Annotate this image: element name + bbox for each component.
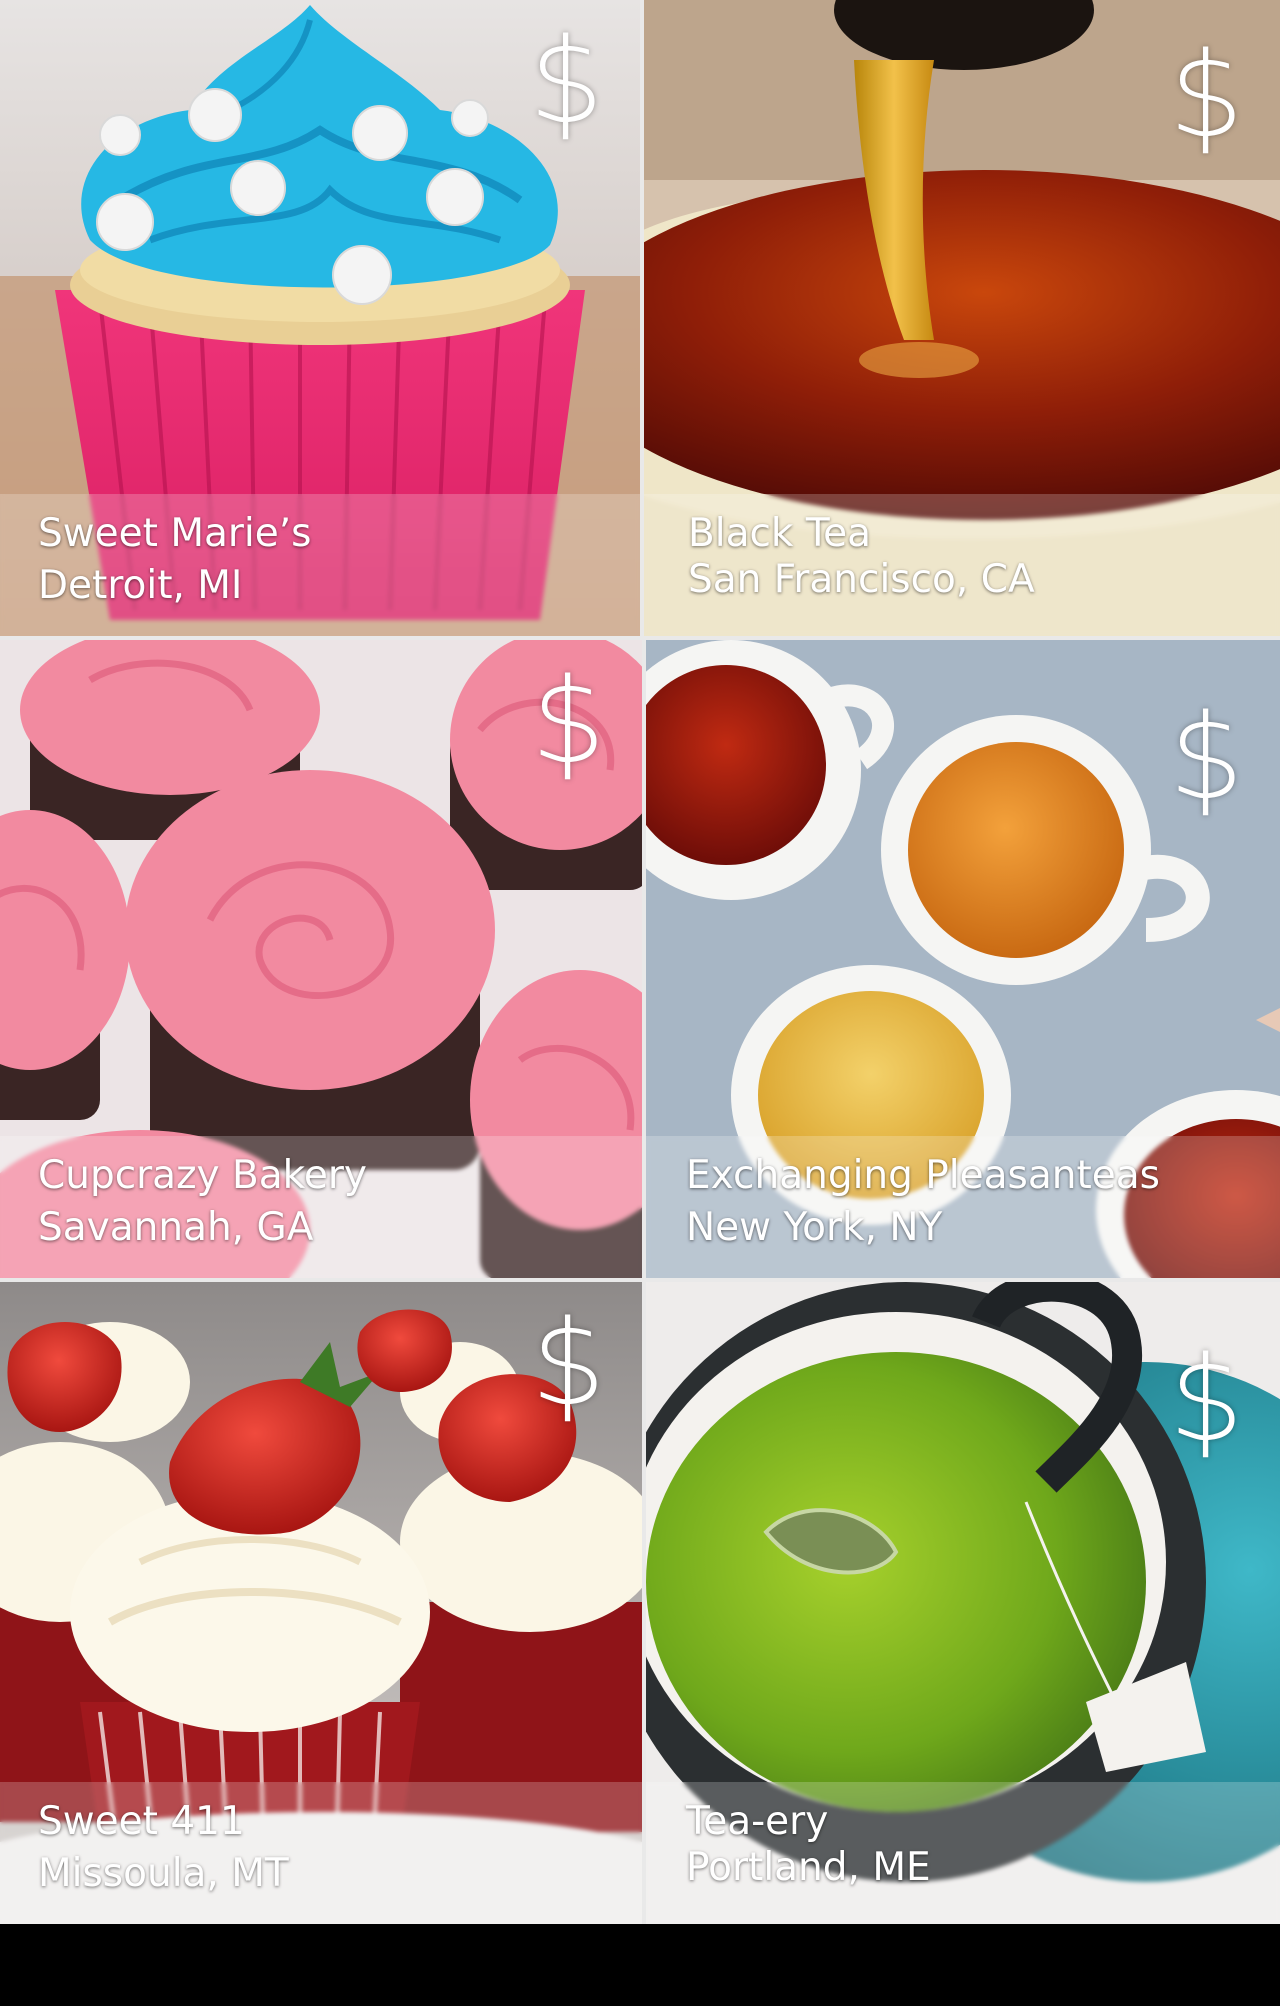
listing-location: New York, NY — [686, 1205, 943, 1250]
price-dollar-icon: $ — [528, 12, 604, 150]
listing-name: Tea-ery — [686, 1799, 829, 1844]
listing-name: Sweet Marie’s — [38, 511, 312, 556]
listing-tile-tea-ery[interactable]: $ Tea-ery Portland, ME — [646, 1282, 1280, 1924]
listing-caption: Black Tea San Francisco, CA — [644, 494, 1280, 636]
listing-caption: Tea-ery Portland, ME — [646, 1782, 1280, 1924]
listing-name: Sweet 411 — [38, 1799, 245, 1844]
listing-caption: Cupcrazy Bakery Savannah, GA — [0, 1136, 642, 1278]
listing-location: Missoula, MT — [38, 1851, 289, 1896]
listing-caption: Exchanging Pleasanteas New York, NY — [646, 1136, 1280, 1278]
listing-tile-black-tea[interactable]: $ Black Tea San Francisco, CA — [644, 0, 1280, 636]
listing-tile-exchanging-pleasanteas[interactable]: $ Exchanging Pleasanteas New York, NY — [646, 640, 1280, 1278]
listing-caption: Sweet Marie’s Detroit, MI — [0, 494, 640, 636]
listing-name: Exchanging Pleasanteas — [686, 1153, 1160, 1198]
listing-name: Cupcrazy Bakery — [38, 1153, 367, 1198]
listing-tile-cupcrazy-bakery[interactable]: $ Cupcrazy Bakery Savannah, GA — [0, 640, 642, 1278]
listing-location: Detroit, MI — [38, 563, 243, 608]
price-dollar-icon: $ — [530, 652, 606, 790]
listing-tile-sweet-411[interactable]: $ Sweet 411 Missoula, MT — [0, 1282, 642, 1924]
listing-name: Black Tea — [688, 511, 872, 556]
listing-location: San Francisco, CA — [688, 557, 1035, 602]
price-dollar-icon: $ — [530, 1294, 606, 1432]
listing-location: Savannah, GA — [38, 1205, 314, 1250]
bottom-bar — [0, 1924, 1280, 2006]
listing-tile-sweet-maries[interactable]: $ Sweet Marie’s Detroit, MI — [0, 0, 640, 636]
price-dollar-icon: $ — [1168, 1330, 1244, 1468]
listing-grid: $ Sweet Marie’s Detroit, MI $ Black Tea … — [0, 0, 1280, 1924]
price-dollar-icon: $ — [1168, 26, 1244, 164]
listing-caption: Sweet 411 Missoula, MT — [0, 1782, 642, 1924]
price-dollar-icon: $ — [1168, 688, 1244, 826]
listing-location: Portland, ME — [686, 1845, 931, 1890]
